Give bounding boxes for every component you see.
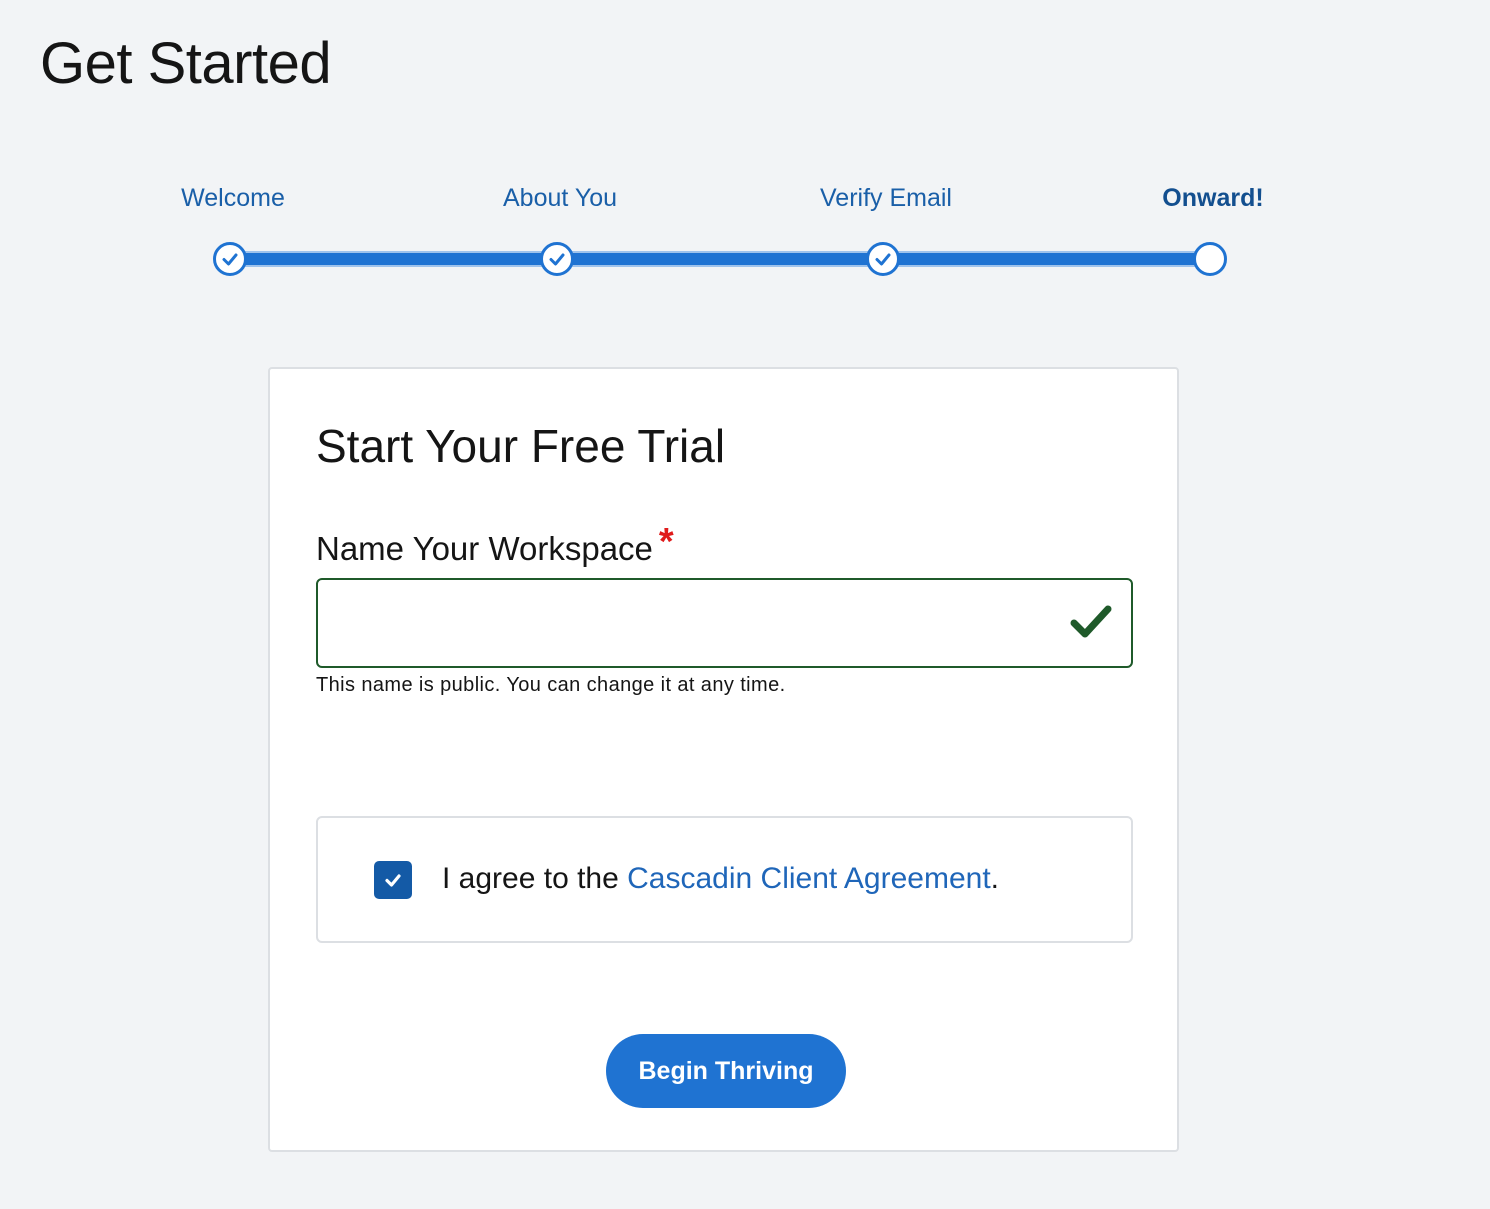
step-node-welcome[interactable] [213,242,247,276]
step-node-verify-email[interactable] [866,242,900,276]
progress-track [230,251,1210,267]
agreement-text: I agree to the Cascadin Client Agreement… [442,862,999,896]
checkmark-icon [1070,605,1112,638]
agreement-checkbox[interactable] [374,861,412,899]
workspace-input-wrapper [316,578,1133,668]
agreement-suffix: . [990,862,1000,895]
step-node-about-you[interactable] [540,242,574,276]
free-trial-card: Start Your Free Trial Name Your Workspac… [268,367,1179,1152]
workspace-name-input[interactable] [318,580,1131,666]
step-label-verify-email[interactable]: Verify Email [820,184,952,213]
agreement-prefix: I agree to the [442,862,628,895]
workspace-hint: This name is public. You can change it a… [316,674,786,696]
client-agreement-link[interactable]: Cascadin Client Agreement [627,862,991,895]
check-icon [875,253,891,266]
step-label-onward: Onward! [1162,184,1264,212]
checkbox-check-icon [385,874,401,887]
begin-thriving-button[interactable]: Begin Thriving [606,1034,846,1108]
agreement-box: I agree to the Cascadin Client Agreement… [316,816,1133,943]
check-icon [222,253,238,266]
check-icon [549,253,565,266]
workspace-label-text: Name Your Workspace [316,530,653,567]
step-label-about-you[interactable]: About You [503,184,617,213]
progress-stepper: Welcome About You Verify Email Onward! [0,0,1490,300]
required-marker: * [658,521,674,563]
card-title: Start Your Free Trial [316,420,726,472]
step-node-onward [1193,242,1227,276]
step-label-welcome[interactable]: Welcome [181,184,285,213]
workspace-field-label: Name Your Workspace * [316,521,674,568]
